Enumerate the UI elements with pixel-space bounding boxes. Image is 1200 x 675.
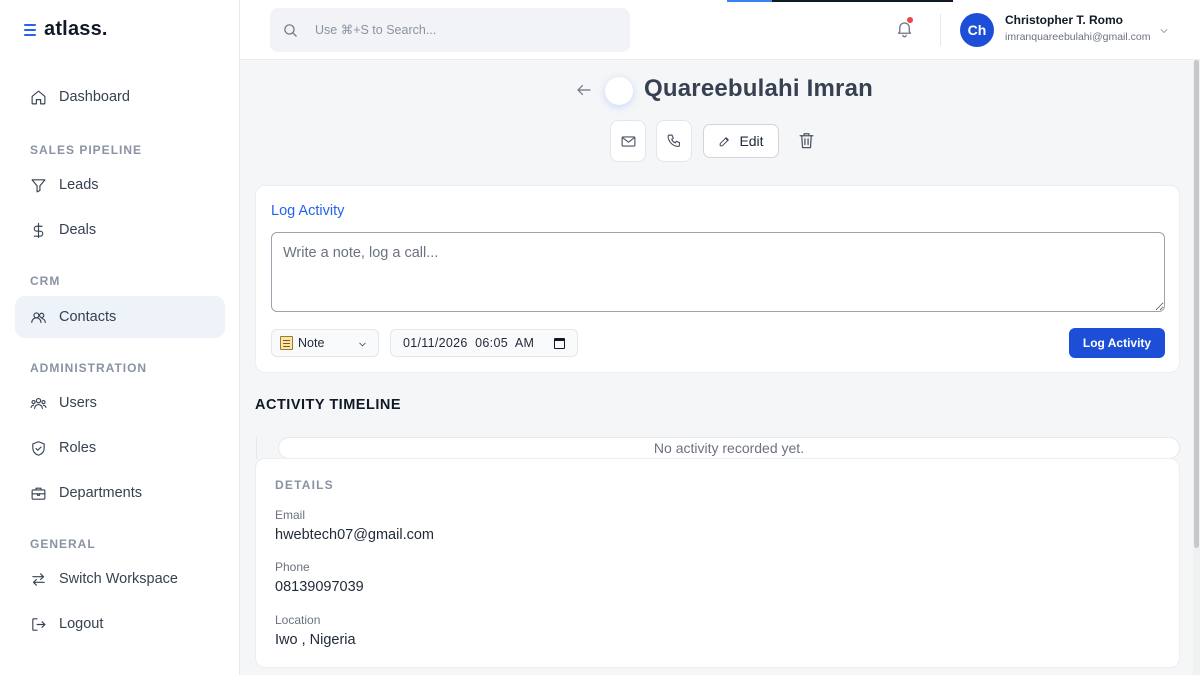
edit-button[interactable]: Edit — [703, 124, 779, 158]
search-icon — [284, 23, 297, 37]
timeline-empty-state: No activity recorded yet. — [278, 437, 1180, 459]
sidebar-item-label: Roles — [59, 440, 97, 456]
edit-button-label: Edit — [739, 133, 764, 149]
dollar-icon — [33, 222, 44, 238]
log-activity-button[interactable]: Log Activity — [1069, 328, 1165, 358]
phone-label: Phone — [275, 560, 310, 574]
nav-section-general: GENERAL — [30, 537, 96, 551]
details-card: DETAILS Email hwebtech07@gmail.com Phone… — [255, 458, 1180, 668]
memo-icon — [280, 336, 293, 350]
page-loading-bar — [727, 0, 953, 2]
email-label: Email — [275, 508, 306, 522]
nav-section-crm: CRM — [30, 274, 61, 288]
delete-button[interactable] — [797, 131, 816, 150]
home-icon — [31, 90, 46, 104]
filter-icon — [31, 178, 46, 192]
location-label: Location — [275, 613, 321, 627]
search-box[interactable] — [270, 8, 630, 52]
menu-icon — [24, 23, 36, 36]
logout-icon — [32, 617, 46, 631]
arrow-left-icon — [577, 84, 591, 96]
mail-icon — [621, 135, 635, 147]
nav-section-sales-pipeline: SALES PIPELINE — [30, 143, 143, 157]
topbar: Ch Christopher T. Romo imranquareebulahi… — [240, 0, 1200, 60]
scrollbar-thumb[interactable] — [1194, 60, 1199, 548]
notification-dot — [907, 17, 913, 23]
sidebar-item-deals[interactable]: Deals — [15, 209, 225, 251]
brand-name: atlass. — [44, 18, 108, 40]
activity-timeline-heading: ACTIVITY TIMELINE — [255, 397, 401, 413]
pencil-icon — [720, 136, 730, 146]
notifications-button[interactable] — [895, 17, 915, 39]
contact-avatar: QI — [605, 77, 633, 105]
switch-icon — [32, 572, 45, 586]
timeline-empty-text: No activity recorded yet. — [653, 440, 805, 456]
topbar-divider — [940, 14, 941, 46]
details-title: DETAILS — [275, 478, 334, 492]
email-value: hwebtech07@gmail.com — [275, 527, 434, 543]
sidebar-item-dashboard[interactable]: Dashboard — [15, 76, 225, 118]
sidebar-item-label: Contacts — [59, 309, 117, 325]
chevron-down-icon — [359, 342, 366, 347]
sidebar-item-label: Dashboard — [59, 89, 130, 105]
timeline-rail — [256, 437, 257, 459]
sidebar-item-label: Switch Workspace — [59, 571, 178, 587]
sidebar-item-leads[interactable]: Leads — [15, 164, 225, 206]
user-name[interactable]: Christopher T. Romo — [1005, 13, 1123, 27]
activity-type-value: Note — [298, 336, 325, 350]
email-contact-button[interactable] — [610, 120, 646, 162]
sidebar-item-logout[interactable]: Logout — [15, 603, 225, 645]
activity-note-textarea[interactable] — [271, 232, 1165, 312]
log-activity-card: Log Activity Note 01/11/2026 06:05 AM Lo… — [255, 185, 1180, 373]
contacts-icon — [31, 311, 46, 323]
chevron-down-icon[interactable] — [1158, 24, 1170, 36]
search-input[interactable] — [315, 23, 595, 37]
trash-icon — [799, 133, 814, 149]
activity-type-select[interactable]: Note — [271, 329, 379, 357]
phone-icon — [667, 134, 680, 147]
shield-icon — [32, 440, 45, 456]
briefcase-icon — [31, 487, 46, 500]
activity-datetime-input[interactable]: 01/11/2026 06:05 AM — [390, 329, 578, 357]
sidebar-item-departments[interactable]: Departments — [15, 472, 225, 514]
sidebar-item-label: Users — [59, 395, 97, 411]
calendar-icon[interactable] — [554, 338, 565, 349]
sidebar-item-contacts[interactable]: Contacts — [15, 296, 225, 338]
sidebar: atlass. Dashboard SALES PIPELINE Leads D… — [0, 0, 240, 675]
activity-datetime-value: 01/11/2026 06:05 AM — [403, 336, 535, 350]
sidebar-item-label: Departments — [59, 485, 143, 501]
phone-value: 08139097039 — [275, 579, 364, 595]
brand-logo[interactable]: atlass. — [24, 18, 108, 41]
user-email: imranquareebulahi@gmail.com — [1005, 31, 1151, 43]
sidebar-item-label: Deals — [59, 222, 97, 238]
nav-section-administration: ADMINISTRATION — [30, 361, 148, 375]
user-avatar[interactable]: Ch — [960, 13, 994, 47]
sidebar-item-label: Leads — [59, 177, 99, 193]
back-button[interactable] — [575, 81, 593, 99]
sidebar-item-label: Logout — [59, 616, 104, 632]
sidebar-item-switch-workspace[interactable]: Switch Workspace — [15, 558, 225, 600]
sidebar-item-users[interactable]: Users — [15, 382, 225, 424]
log-activity-button-label: Log Activity — [1082, 336, 1152, 350]
page-title: Quareebulahi Imran — [644, 75, 873, 102]
log-activity-title: Log Activity — [271, 203, 345, 219]
location-value: Iwo , Nigeria — [275, 632, 356, 648]
sidebar-item-roles[interactable]: Roles — [15, 427, 225, 469]
call-contact-button[interactable] — [656, 120, 692, 162]
users-icon — [30, 397, 47, 409]
